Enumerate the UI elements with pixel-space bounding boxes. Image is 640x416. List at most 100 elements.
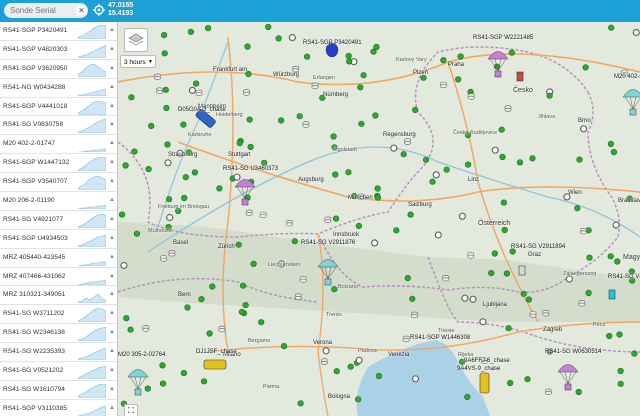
launch-site-icon[interactable] [403,138,411,145]
launch-site-icon[interactable] [578,300,586,307]
launch-site-icon[interactable] [243,89,251,96]
station-marker[interactable] [235,241,242,248]
locate-target-icon[interactable] [93,4,105,16]
launch-site-icon[interactable] [324,216,332,223]
station-marker[interactable] [409,295,416,302]
station-marker[interactable] [133,230,141,237]
sonde-payload-icon[interactable] [608,289,616,300]
station-marker[interactable] [345,52,352,60]
station-marker[interactable] [508,49,516,56]
station-marker[interactable] [242,302,249,309]
chase-car-icon[interactable] [479,372,490,394]
station-marker[interactable] [586,254,593,261]
receiver-station-icon[interactable] [469,295,477,303]
launch-site-icon[interactable] [544,388,552,395]
station-marker[interactable] [606,332,613,340]
receiver-station-icon[interactable] [322,347,330,355]
launch-site-icon[interactable] [160,255,168,262]
sonde-list-item[interactable]: RS41-NG W0434288 ▲ [0,79,117,98]
launch-site-icon[interactable] [153,73,161,80]
fullscreen-icon[interactable]: ⛶ [124,404,138,416]
station-marker[interactable] [280,343,288,350]
station-marker[interactable] [216,185,223,192]
parachute-icon[interactable] [127,369,149,396]
station-marker[interactable] [246,116,253,123]
station-marker[interactable] [407,211,414,218]
parachute-icon[interactable] [622,89,640,116]
receiver-station-icon[interactable] [461,294,469,302]
sonde-list-item[interactable]: RS41-SGP V4441018 ▲ [0,98,117,117]
station-marker[interactable] [258,319,265,326]
sonde-list-item[interactable]: RS41-SGP P3420491 ▲ [0,22,117,41]
receiver-station-icon[interactable] [580,125,588,133]
receiver-station-icon[interactable] [371,239,379,247]
receiver-station-icon[interactable] [355,356,363,364]
station-marker[interactable] [610,149,618,156]
station-marker[interactable] [457,53,464,60]
sonde-map-label[interactable]: RS41-SG W0630514 [545,349,601,355]
sonde-list-item[interactable]: RS41-SG W2235393 ▲ [0,343,117,363]
sonde-list-item[interactable]: RS41-SG W1610794 ▲ [0,381,117,400]
launch-site-icon[interactable] [302,121,310,128]
station-marker[interactable] [546,92,553,99]
sonde-list-item[interactable]: MRZ 405440-423545 ▲ [0,249,117,268]
station-marker[interactable] [505,325,512,332]
station-marker[interactable] [244,43,251,50]
station-marker[interactable] [333,368,340,375]
station-marker[interactable] [355,396,362,403]
launch-site-icon[interactable] [442,274,450,282]
station-marker[interactable] [261,159,268,166]
station-marker[interactable] [163,104,170,112]
receiver-station-icon[interactable] [491,146,499,154]
station-marker[interactable] [187,28,194,35]
sonde-list-item[interactable]: RS41-SG V0830758 ▲ [0,116,117,136]
receiver-station-icon[interactable] [612,221,620,229]
station-marker[interactable] [464,393,471,401]
station-marker[interactable] [529,155,536,162]
station-marker[interactable] [165,196,173,203]
station-marker[interactable] [162,86,169,93]
station-marker[interactable] [575,388,582,396]
sonde-list-item[interactable]: RS41-SGP V3540707 ▲ [0,173,117,193]
receiver-station-icon[interactable] [390,144,398,152]
station-marker[interactable] [198,296,205,303]
station-marker[interactable] [524,376,531,383]
station-marker[interactable] [206,330,213,337]
map-view[interactable]: 3 hours ▼ ⛶ Frankfurt am Mannheim Heidelbe… [118,22,640,416]
station-marker[interactable] [131,148,138,155]
station-marker[interactable] [347,363,354,370]
station-marker[interactable] [145,166,152,173]
station-marker[interactable] [360,72,367,79]
station-marker[interactable] [429,178,436,185]
sonde-list-item[interactable]: RS41-SGP V3620950 ▲ [0,60,117,79]
station-marker[interactable] [345,169,352,176]
station-marker[interactable] [631,350,638,357]
station-marker[interactable] [585,289,592,297]
station-marker[interactable] [128,94,135,101]
receiver-station-icon[interactable] [288,34,296,42]
station-marker[interactable] [239,282,247,289]
sonde-list-item[interactable]: MRZ 310321-349051 ▲ [0,286,117,306]
launch-site-icon[interactable] [294,293,302,300]
sonde-map-label[interactable]: M20 402-2 [614,74,640,80]
station-marker[interactable] [164,141,171,148]
receiver-station-icon[interactable] [479,318,487,326]
station-marker[interactable] [355,222,362,229]
station-marker[interactable] [144,385,151,392]
time-range-select[interactable]: 3 hours ▼ [120,55,156,68]
station-marker[interactable] [148,122,155,129]
station-marker[interactable] [160,32,168,39]
station-marker[interactable] [503,270,511,277]
station-marker[interactable] [375,372,383,380]
station-marker[interactable] [358,120,365,127]
launch-site-icon[interactable] [142,325,150,332]
sonde-map-label[interactable]: D05G0A-3_chase [178,107,226,113]
launch-site-icon[interactable] [168,250,176,257]
station-marker[interactable] [499,153,506,161]
station-marker[interactable] [443,166,450,173]
clear-search-icon[interactable]: ✕ [76,5,87,16]
sonde-list-item[interactable]: RS41-SG V4921077 ▲ [0,211,117,230]
launch-site-icon[interactable] [286,219,294,227]
station-marker[interactable] [617,380,624,387]
station-marker[interactable] [400,151,407,158]
